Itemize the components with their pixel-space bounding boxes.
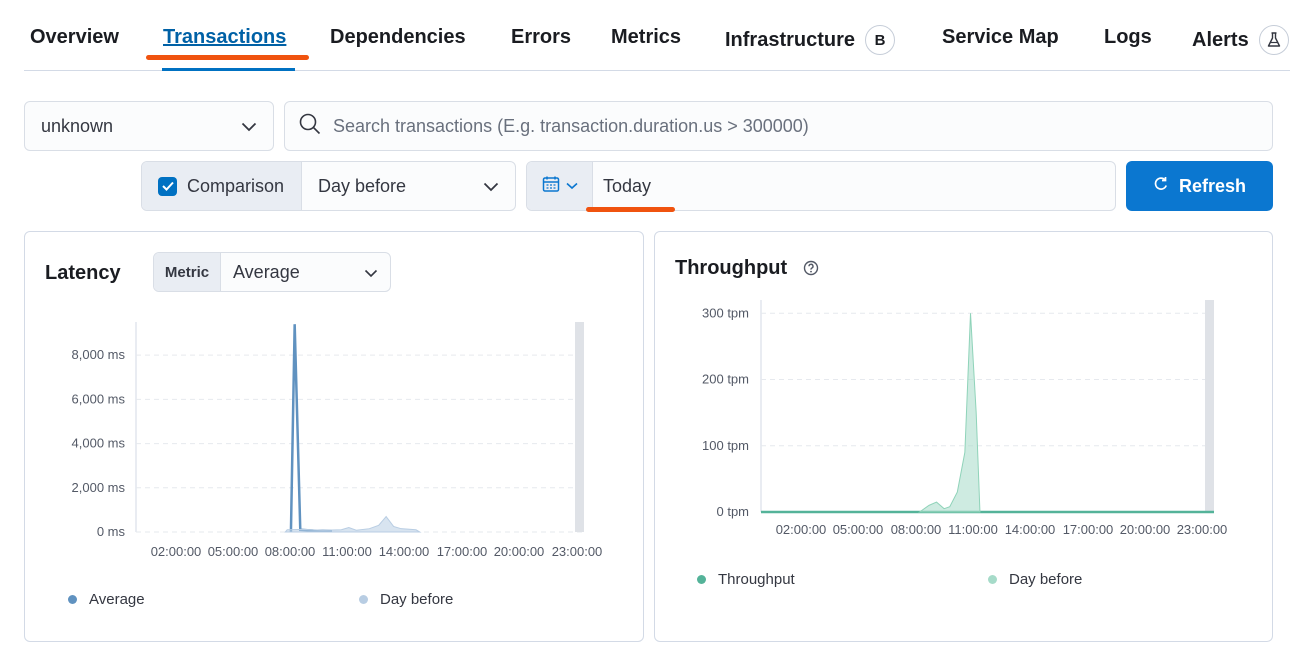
x-tick-label: 17:00:00 — [437, 544, 488, 559]
y-tick-label: 100 tpm — [702, 438, 749, 453]
metric-label: Metric — [154, 253, 221, 291]
legend-item-throughput[interactable]: Throughput — [697, 571, 795, 588]
legend-item-day-before[interactable]: Day before — [359, 591, 453, 608]
throughput-panel: Throughput 0 tpm 100 tpm 200 tpm 300 tpm 02:… — [654, 231, 1273, 642]
latency-panel: Latency Metric Average 0 ms 2,000 ms 4,000… — [24, 231, 644, 642]
legend-label: Throughput — [718, 571, 795, 588]
latency-title: Latency — [45, 262, 121, 284]
refresh-label: Refresh — [1178, 175, 1247, 196]
annotation-underline-transactions — [146, 55, 309, 60]
x-tick-label: 20:00:00 — [1120, 522, 1171, 537]
tab-dependencies[interactable]: Dependencies — [330, 26, 466, 49]
y-tick-label: 6,000 ms — [72, 391, 126, 406]
legend-dot — [697, 575, 706, 584]
current-time-marker — [1205, 300, 1214, 512]
throughput-title: Throughput — [675, 257, 788, 279]
tab-metrics[interactable]: Metrics — [611, 26, 681, 49]
chevron-down-icon — [483, 176, 499, 197]
x-tick-label: 11:00:00 — [322, 544, 372, 559]
chevron-down-icon — [364, 262, 378, 283]
x-tick-label: 14:00:00 — [1005, 522, 1056, 537]
y-tick-label: 4,000 ms — [72, 436, 126, 451]
x-tick-label: 23:00:00 — [552, 544, 603, 559]
series-day-before-area — [917, 313, 981, 513]
x-tick-label: 02:00:00 — [151, 544, 202, 559]
legend-dot — [68, 595, 77, 604]
environment-value: unknown — [41, 115, 114, 136]
legend-label: Day before — [380, 591, 454, 608]
tab-service-map[interactable]: Service Map — [942, 26, 1059, 49]
latency-metric-select[interactable]: Metric Average — [153, 252, 391, 292]
comparison-control: Comparison Day before — [141, 161, 516, 211]
comparison-value: Day before — [318, 175, 407, 196]
throughput-chart: 0 tpm 100 tpm 200 tpm 300 tpm 02:00:00 05:00:… — [702, 300, 1228, 537]
y-tick-label: 200 tpm — [702, 372, 749, 387]
environment-select[interactable]: unknown — [24, 101, 274, 151]
legend-label: Average — [89, 591, 145, 608]
y-tick-label: 8,000 ms — [72, 347, 126, 362]
series-day-before-area — [284, 515, 422, 533]
tab-alerts-label: Alerts — [1192, 28, 1249, 51]
checkbox-checked-icon[interactable] — [158, 176, 177, 196]
date-picker: Today — [526, 161, 1116, 211]
legend-item-day-before[interactable]: Day before — [988, 571, 1082, 588]
tab-errors[interactable]: Errors — [511, 26, 571, 49]
comparison-toggle[interactable]: Comparison — [142, 162, 302, 210]
chevron-down-icon — [241, 116, 257, 137]
tab-infrastructure[interactable]: Infrastructure B — [725, 25, 896, 55]
refresh-icon — [1153, 176, 1169, 197]
question-icon[interactable] — [803, 260, 819, 281]
x-tick-label: 14:00:00 — [379, 544, 430, 559]
x-tick-label: 08:00:00 — [265, 544, 316, 559]
legend-dot — [988, 575, 997, 584]
tab-infrastructure-label: Infrastructure — [725, 28, 856, 51]
x-tick-label: 20:00:00 — [494, 544, 545, 559]
calendar-icon — [542, 175, 560, 198]
current-time-marker — [575, 322, 584, 532]
tab-bar: Overview Transactions Dependencies Error… — [24, 0, 1290, 71]
chevron-down-icon — [565, 177, 578, 195]
x-tick-label: 02:00:00 — [776, 522, 827, 537]
beta-badge: B — [865, 25, 896, 55]
legend-item-average[interactable]: Average — [68, 591, 145, 608]
x-tick-label: 11:00:00 — [948, 522, 998, 537]
latency-chart: 0 ms 2,000 ms 4,000 ms 6,000 ms 8,000 ms 02:0… — [72, 322, 603, 559]
y-tick-label: 0 tpm — [716, 504, 749, 519]
tab-alerts[interactable]: Alerts — [1192, 25, 1289, 55]
x-tick-label: 23:00:00 — [1177, 522, 1228, 537]
comparison-select[interactable]: Day before — [302, 162, 515, 210]
tab-overview[interactable]: Overview — [30, 26, 119, 49]
legend-label: Day before — [1009, 571, 1083, 588]
x-tick-label: 08:00:00 — [891, 522, 942, 537]
annotation-underline-today — [586, 207, 675, 212]
search-transactions-input[interactable]: Search transactions (E.g. transaction.du… — [284, 101, 1273, 151]
tab-transactions[interactable]: Transactions — [163, 26, 286, 49]
y-tick-label: 2,000 ms — [72, 480, 126, 495]
metric-value: Average — [233, 261, 300, 282]
search-placeholder: Search transactions (E.g. transaction.du… — [333, 115, 809, 136]
x-tick-label: 05:00:00 — [833, 522, 884, 537]
quick-select-button[interactable] — [527, 162, 593, 210]
refresh-button[interactable]: Refresh — [1126, 161, 1273, 211]
selected-tab-indicator — [162, 68, 295, 71]
tab-logs[interactable]: Logs — [1104, 26, 1152, 49]
y-tick-label: 300 tpm — [702, 305, 749, 320]
search-icon — [299, 113, 321, 140]
x-tick-label: 17:00:00 — [1063, 522, 1114, 537]
beaker-icon — [1258, 25, 1289, 55]
comparison-label: Comparison — [187, 175, 285, 196]
y-tick-label: 0 ms — [97, 524, 126, 539]
x-tick-label: 05:00:00 — [208, 544, 259, 559]
legend-dot — [359, 595, 368, 604]
date-range-value[interactable]: Today — [593, 162, 651, 210]
